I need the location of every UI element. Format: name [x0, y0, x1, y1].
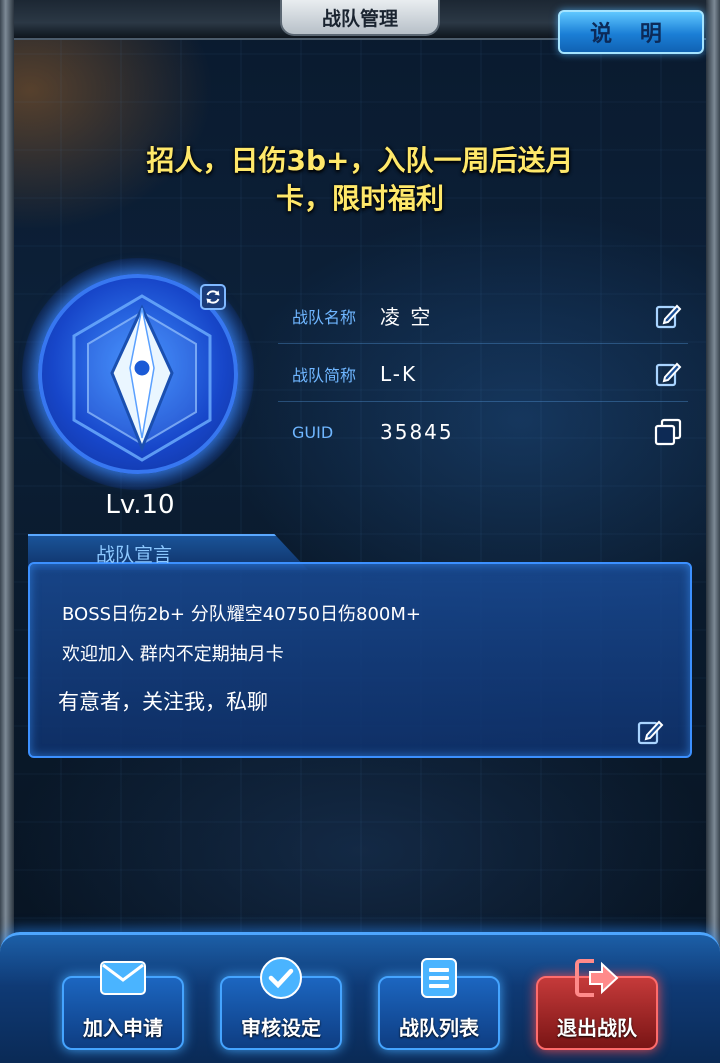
- headline-line-1: 招人，日伤3b+，入队一周后送月: [146, 144, 574, 177]
- left-frame: [0, 0, 14, 1063]
- list-icon: [415, 956, 463, 1000]
- team-short-name-label: 战队简称: [292, 365, 357, 385]
- page-title: 战队管理: [280, 0, 440, 36]
- edit-declaration-icon[interactable]: [630, 712, 670, 752]
- copy-guid-icon[interactable]: [648, 412, 688, 452]
- team-guid-row: GUID 35845: [278, 404, 688, 460]
- team-list-label: 战队列表: [399, 1016, 479, 1040]
- recruit-headline: 招人，日伤3b+，入队一周后送月 卡，限时福利: [90, 142, 630, 218]
- right-frame: [706, 0, 720, 1063]
- team-short-name-value: L-K: [380, 361, 418, 386]
- team-guid-label: GUID: [292, 422, 334, 442]
- team-level: Lv.10: [105, 490, 175, 520]
- declaration-line-3: 有意者，关注我，私聊: [58, 690, 268, 714]
- refresh-emblem-icon[interactable]: [200, 284, 226, 310]
- edit-name-icon[interactable]: [648, 296, 688, 336]
- join-requests-label: 加入申请: [83, 1016, 163, 1040]
- team-guid-value: 35845: [380, 420, 454, 444]
- headline-line-2: 卡，限时福利: [275, 182, 444, 215]
- declaration-title: 战队宣言: [96, 544, 173, 566]
- leave-team-label: 退出战队: [557, 1016, 637, 1040]
- declaration-line-2: 欢迎加入 群内不定期抽月卡: [62, 644, 284, 665]
- team-name-value: 凌 空: [380, 305, 433, 329]
- mail-icon: [99, 956, 147, 1000]
- team-short-name-row: 战队简称 L-K: [278, 346, 688, 402]
- edit-short-name-icon[interactable]: [648, 354, 688, 394]
- review-settings-label: 审核设定: [241, 1016, 321, 1040]
- help-button[interactable]: 说 明: [558, 10, 704, 54]
- team-name-row: 战队名称 凌 空: [278, 288, 688, 344]
- declaration-line-1: BOSS日伤2b+ 分队耀空40750日伤800M+: [62, 604, 421, 625]
- team-name-label: 战队名称: [292, 307, 357, 327]
- check-circle-icon: [257, 956, 305, 1000]
- exit-icon: [573, 956, 621, 1000]
